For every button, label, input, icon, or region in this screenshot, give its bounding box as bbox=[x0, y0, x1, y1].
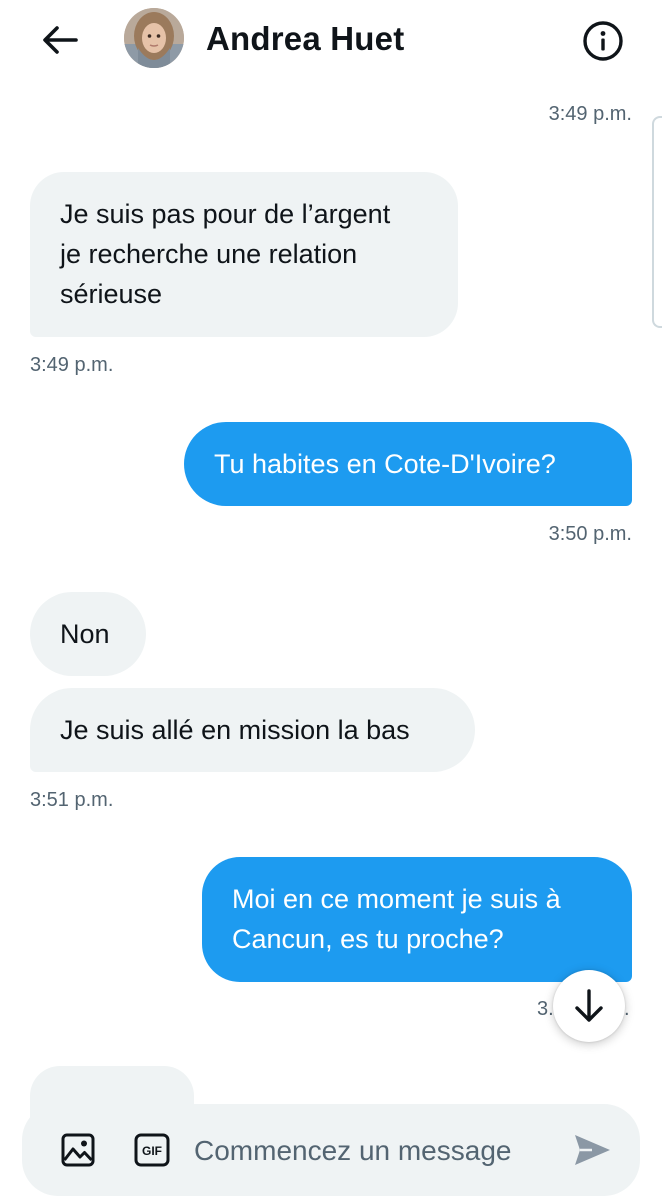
message-text-line: Je suis allé en mission la bas bbox=[60, 715, 410, 745]
message-text-line: je recherche une relation bbox=[60, 239, 358, 269]
message-timestamp: 3:50 p.m. bbox=[548, 523, 632, 545]
message-text-line: Cancun, es tu proche? bbox=[232, 924, 504, 954]
scroll-indicator[interactable] bbox=[652, 116, 662, 328]
incoming-message-bubble[interactable]: Je suis allé en mission la bas bbox=[30, 688, 475, 772]
contact-name[interactable]: Andrea Huet bbox=[206, 20, 404, 58]
scroll-to-bottom-button[interactable] bbox=[553, 970, 625, 1042]
message-text-line: Je suis pas pour de l’argent bbox=[60, 199, 391, 229]
message-timestamp-partial: 3. bbox=[537, 998, 554, 1020]
gif-label: GIF bbox=[142, 1144, 162, 1158]
message-text-line: Tu habites en Cote-D'Ivoire? bbox=[214, 449, 556, 479]
outgoing-message-bubble[interactable]: Tu habites en Cote-D'Ivoire? bbox=[184, 422, 632, 506]
message-text-line: Non bbox=[60, 619, 110, 649]
info-icon bbox=[583, 21, 623, 61]
image-icon bbox=[61, 1133, 95, 1167]
outgoing-message-bubble[interactable]: Moi en ce moment je suis à Cancun, es tu… bbox=[202, 857, 632, 982]
message-timestamp: 3:51 p.m. bbox=[30, 789, 114, 811]
add-gif-button[interactable]: GIF bbox=[132, 1131, 172, 1169]
message-text-line: sérieuse bbox=[60, 279, 163, 309]
message-timestamp: 3:49 p.m. bbox=[548, 103, 632, 125]
incoming-message-bubble[interactable]: Non bbox=[30, 592, 146, 676]
message-timestamp: 3:49 p.m. bbox=[30, 354, 114, 376]
avatar-image bbox=[124, 8, 184, 68]
message-text-line: Moi en ce moment je suis à bbox=[232, 884, 561, 914]
send-button[interactable] bbox=[570, 1128, 614, 1172]
back-button[interactable] bbox=[36, 18, 84, 62]
incoming-message-bubble[interactable]: Je suis pas pour de l’argent je recherch… bbox=[30, 172, 458, 337]
message-composer: GIF bbox=[22, 1104, 640, 1196]
conversation-header: Andrea Huet bbox=[0, 0, 662, 84]
arrow-down-icon bbox=[575, 989, 603, 1022]
send-icon bbox=[575, 1135, 610, 1165]
dm-conversation-screen: Andrea Huet 3:49 p.m. Je suis pas pour d… bbox=[0, 0, 662, 1200]
message-input[interactable] bbox=[194, 1124, 564, 1178]
avatar[interactable] bbox=[124, 8, 184, 68]
conversation-info-button[interactable] bbox=[580, 18, 626, 64]
add-media-button[interactable] bbox=[58, 1130, 98, 1170]
gif-icon: GIF bbox=[134, 1133, 170, 1167]
arrow-left-icon bbox=[43, 26, 78, 54]
